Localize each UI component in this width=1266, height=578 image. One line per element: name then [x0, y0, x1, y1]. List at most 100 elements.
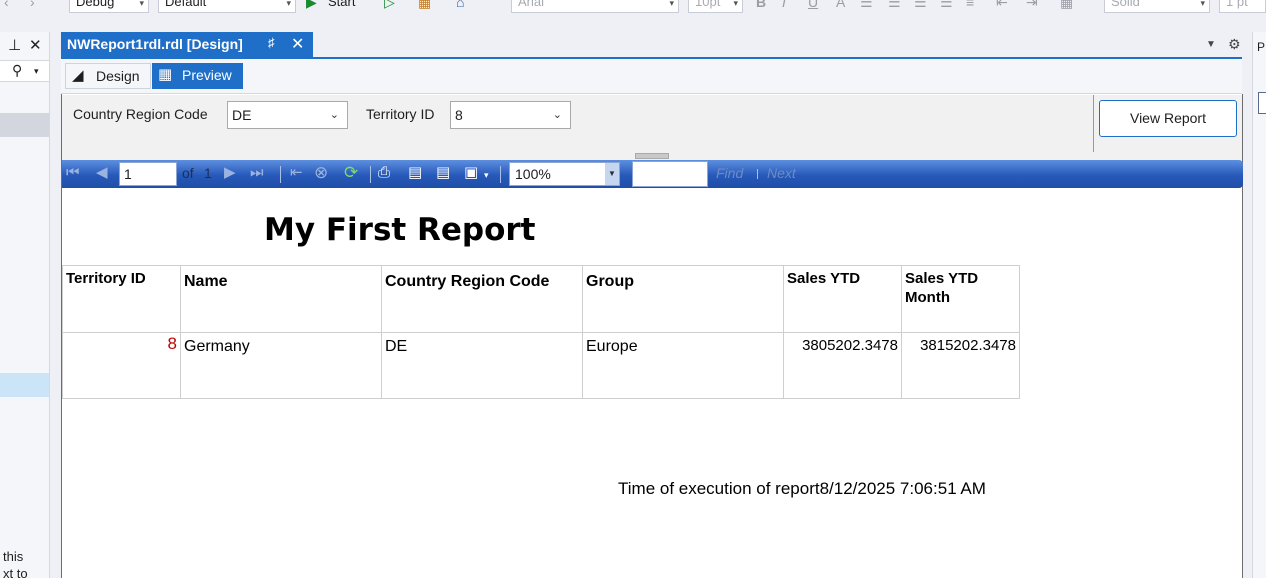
back-to-parent-icon[interactable]: ⇤ [290, 164, 303, 182]
toolbar-separator [500, 166, 501, 183]
document-tab-title[interactable]: NWReport1rdl.rdl [Design] [67, 36, 243, 52]
report-title: My First Report [264, 212, 536, 248]
print-icon[interactable]: ⎙ [378, 164, 390, 182]
refresh-icon[interactable]: ⟳ [344, 164, 358, 182]
indent-icon[interactable]: ⇤ [996, 0, 1008, 10]
close-tab-icon[interactable]: ✕ [291, 34, 304, 54]
tab-preview[interactable]: ▦ Preview [152, 63, 243, 89]
solution-icon[interactable]: ▦ [418, 0, 431, 10]
find-input[interactable] [632, 161, 708, 187]
border-style-combo[interactable]: Solid ▾ [1104, 0, 1210, 13]
tab-well-controls: ▼ ⚙ [1204, 36, 1244, 54]
country-region-code-label: Country Region Code [73, 106, 208, 122]
outdent-icon[interactable]: ⇥ [1026, 0, 1038, 10]
cell-sales-ytd-month: 3815202.3478 [901, 332, 1020, 399]
header-text: Name [184, 273, 228, 290]
cell-text: 8 [167, 334, 177, 353]
align-right-icon[interactable]: ☰ [914, 0, 927, 10]
bold-icon[interactable]: B [756, 0, 766, 10]
tab-dropdown-icon[interactable]: ▼ [1206, 39, 1216, 50]
align-center-icon[interactable]: ☰ [888, 0, 901, 10]
cell-group: Europe [582, 332, 784, 399]
font-name-combo[interactable]: Arial ▾ [511, 0, 679, 13]
platform-combo[interactable]: Default ▾ [158, 0, 296, 13]
right-panel-label[interactable]: P [1257, 40, 1265, 54]
gear-icon[interactable]: ⚙ [1228, 36, 1241, 53]
current-page-input[interactable]: 1 [119, 162, 177, 186]
search-icon[interactable]: ⚲ [12, 62, 22, 79]
left-panel-selected-row[interactable] [0, 373, 49, 397]
report-table: Territory ID Name Country Region Code Gr… [62, 265, 1020, 399]
align-justify-icon[interactable]: ☰ [940, 0, 953, 10]
zoom-select[interactable]: 100% ▼ [509, 162, 620, 186]
right-collapsed-panel[interactable]: P [1252, 32, 1266, 578]
find-link[interactable]: Find [716, 165, 743, 181]
cell-sales-ytd: 3805202.3478 [783, 332, 902, 399]
next-link[interactable]: Next [767, 165, 796, 181]
back-icon[interactable]: ‹ [4, 0, 9, 10]
previous-page-icon[interactable]: ◀ [96, 164, 108, 182]
tab-design[interactable]: ◢ Design [65, 63, 151, 89]
properties-icon[interactable] [1258, 92, 1266, 114]
execution-timestamp: 8/12/2025 7:06:51 AM [819, 479, 986, 498]
solution-config-combo[interactable]: Debug ▾ [69, 0, 149, 13]
total-pages: 1 [204, 165, 212, 181]
design-ruler-icon: ◢ [72, 67, 84, 84]
column-header-country-region-code: Country Region Code [381, 265, 583, 333]
header-text: Sales YTD Month [905, 270, 979, 306]
start-button[interactable]: Start [328, 0, 355, 10]
splitter-grip[interactable] [635, 153, 669, 159]
chevron-down-icon[interactable]: ▼ [605, 163, 619, 185]
left-search-box[interactable]: ⚲ ▾ [0, 60, 49, 82]
territory-id-select[interactable]: 8 ⌄ [450, 101, 571, 129]
chevron-down-icon[interactable]: ▾ [34, 66, 39, 77]
page-setup-icon[interactable]: ▤ [436, 164, 450, 182]
help-text-line: this [3, 549, 24, 564]
tab-preview-label: Preview [182, 67, 232, 83]
stop-icon[interactable]: ⊗ [314, 164, 328, 182]
cell-text: Europe [586, 338, 638, 355]
cell-text: 3815202.3478 [920, 337, 1016, 354]
border-icon[interactable]: ▦ [1060, 0, 1073, 10]
toolbar-separator [757, 169, 758, 179]
header-text: Group [586, 273, 634, 290]
column-header-territory-id: Territory ID [62, 265, 181, 333]
column-header-name: Name [180, 265, 382, 333]
header-text: Sales YTD [787, 270, 861, 287]
chevron-down-icon[interactable]: ▾ [484, 166, 489, 184]
left-panel-row[interactable] [0, 113, 49, 137]
column-header-group: Group [582, 265, 784, 333]
last-page-icon[interactable]: ⏭ [250, 164, 264, 182]
chevron-down-icon: ⌄ [552, 109, 562, 121]
export-icon[interactable]: ▣ [464, 164, 478, 182]
border-width-combo[interactable]: 1 pt [1219, 0, 1266, 13]
report-viewer-toolbar: ⏮ ◀ 1 of 1 ▶ ⏭ ⇤ ⊗ ⟳ ⎙ ▤ ▤ ▣ ▾ 100% ▼ Fi… [62, 160, 1243, 188]
report-parameters: Country Region Code DE ⌄ Territory ID 8 … [62, 95, 1242, 152]
first-page-icon[interactable]: ⏮ [66, 164, 80, 182]
bullets-icon[interactable]: ≡ [966, 0, 974, 10]
print-layout-icon[interactable]: ▤ [408, 164, 422, 182]
cell-territory-id: 8 [62, 332, 181, 399]
underline-icon[interactable]: U [808, 0, 818, 10]
pin-icon[interactable]: ⊥ [8, 36, 21, 54]
pin-tab-icon[interactable]: ♯ [268, 35, 275, 50]
close-icon[interactable]: ✕ [29, 36, 42, 54]
document-tab[interactable]: NWReport1rdl.rdl [Design] ♯ ✕ [61, 32, 313, 57]
home-icon[interactable]: ⌂ [456, 0, 464, 10]
execution-time-text: Time of execution of report8/12/2025 7:0… [618, 479, 986, 499]
start-play-icon[interactable]: ▶ [306, 0, 317, 10]
view-report-button[interactable]: View Report [1099, 100, 1237, 137]
cell-text: 3805202.3478 [802, 337, 898, 354]
next-page-icon[interactable]: ▶ [224, 164, 236, 182]
font-color-icon[interactable]: A [836, 0, 845, 10]
table-header-row: Territory ID Name Country Region Code Gr… [62, 265, 1020, 333]
italic-icon[interactable]: I [782, 0, 786, 10]
forward-icon[interactable]: › [30, 0, 35, 10]
main-toolbar: ‹ › Debug ▾ Default ▾ ▶ Start ▷ ▦ ⌂ Arial ▾… [0, 0, 1266, 13]
font-size-combo[interactable]: 10pt ▾ [688, 0, 743, 13]
zoom-value: 100% [515, 166, 551, 182]
parameters-divider [1093, 95, 1094, 152]
align-left-icon[interactable]: ☰ [860, 0, 873, 10]
start-without-debug-icon[interactable]: ▷ [384, 0, 395, 10]
country-region-code-select[interactable]: DE ⌄ [227, 101, 348, 129]
